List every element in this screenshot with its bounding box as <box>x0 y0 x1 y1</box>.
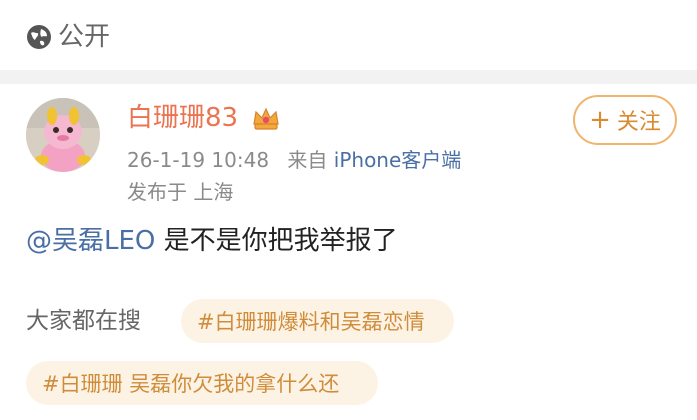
post-content: @吴磊LEO 是不是你把我举报了 <box>26 223 398 259</box>
avatar-image <box>26 98 100 172</box>
mention-link[interactable]: @吴磊LEO <box>26 226 155 256</box>
follow-label: 关注 <box>616 110 661 135</box>
trending-tag[interactable]: #白珊珊 吴磊你欠我的拿什么还 <box>26 361 378 405</box>
post-source[interactable]: iPhone客户端 <box>334 148 462 172</box>
post-location: 发布于 上海 <box>127 180 234 204</box>
post-meta: 26-1-19 10:48 来自 iPhone客户端 <box>127 146 461 174</box>
section-divider <box>0 70 697 84</box>
author-name[interactable]: 白珊珊83 <box>127 101 238 135</box>
post-body-text: 是不是你把我举报了 <box>155 226 398 256</box>
source-prefix: 来自 <box>287 148 328 172</box>
visibility-label: 公开 <box>58 22 111 52</box>
trending-tag[interactable]: #白珊珊爆料和吴磊恋情 <box>181 299 454 343</box>
visibility-bar[interactable]: 公开 <box>0 0 697 71</box>
avatar[interactable] <box>26 98 100 172</box>
trending-search-label: 大家都在搜 <box>26 308 141 334</box>
follow-button[interactable]: + 关注 <box>573 95 677 145</box>
crown-icon <box>253 107 279 130</box>
globe-icon <box>27 25 51 49</box>
plus-icon: + <box>589 105 611 135</box>
post-timestamp: 26-1-19 10:48 <box>127 148 270 172</box>
